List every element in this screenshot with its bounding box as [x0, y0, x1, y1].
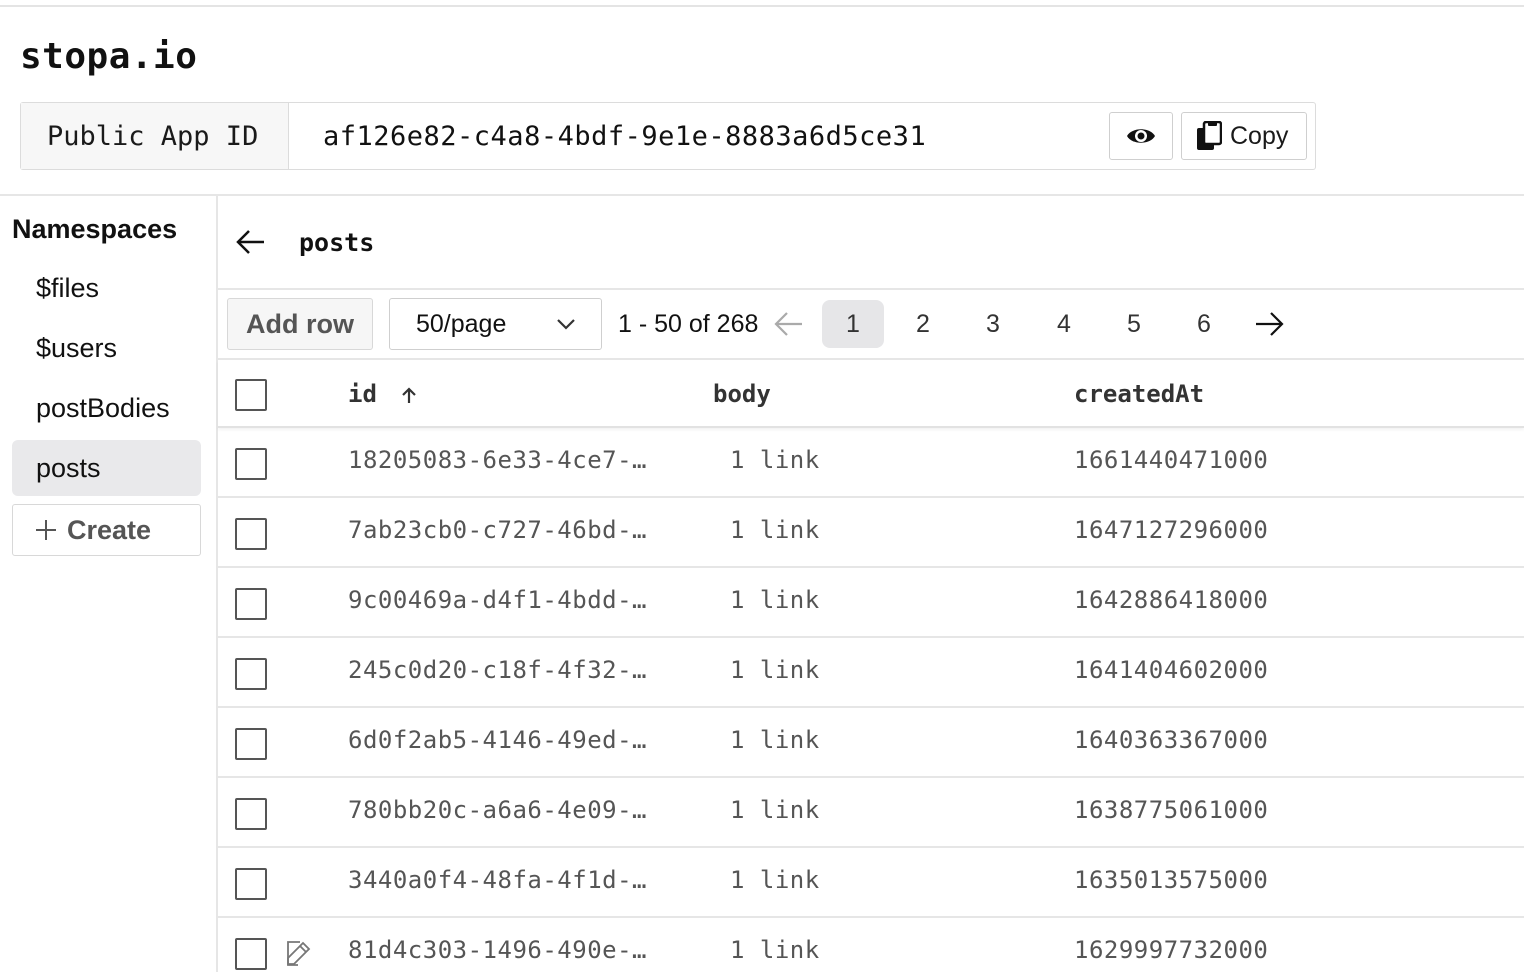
column-header-createdat[interactable]: createdAt	[1074, 380, 1204, 408]
row-checkbox[interactable]	[235, 448, 267, 480]
reveal-app-id-button[interactable]	[1109, 112, 1173, 160]
page-size-value: 50/page	[416, 309, 507, 338]
next-page-arrow-icon[interactable]	[1252, 308, 1286, 340]
back-arrow-icon[interactable]	[234, 226, 268, 258]
namespace-title: posts	[299, 228, 375, 257]
cell-id: 6d0f2ab5-4146-49ed-…	[348, 726, 647, 754]
page-2-button[interactable]: 2	[892, 300, 954, 348]
cell-createdat: 1647127296000	[1074, 516, 1269, 544]
page-size-select[interactable]: 50/page	[389, 298, 602, 350]
cell-id: 9c00469a-d4f1-4bdd-…	[348, 586, 647, 614]
top-border	[0, 5, 1524, 7]
select-all-checkbox[interactable]	[235, 379, 267, 411]
table-row[interactable]: 6d0f2ab5-4146-49ed-… 1 link 164036336700…	[218, 708, 1524, 778]
sort-arrow-up-icon	[402, 387, 417, 403]
cell-body-link[interactable]: 1 link	[730, 866, 820, 894]
add-row-button[interactable]: Add row	[227, 298, 373, 350]
pagination-range: 1 - 50 of 268	[618, 310, 759, 338]
sidebar-item-posts[interactable]: posts	[12, 440, 201, 496]
cell-id: 780bb20c-a6a6-4e09-…	[348, 796, 647, 824]
table-row[interactable]: 780bb20c-a6a6-4e09-… 1 link 163877506100…	[218, 778, 1524, 848]
table-row[interactable]: 18205083-6e33-4ce7-… 1 link 166144047100…	[218, 428, 1524, 498]
table-row[interactable]: 245c0d20-c18f-4f32-… 1 link 164140460200…	[218, 638, 1524, 708]
sidebar-title: Namespaces	[12, 214, 178, 244]
page-3-button[interactable]: 3	[962, 300, 1024, 348]
cell-id: 245c0d20-c18f-4f32-…	[348, 656, 647, 684]
table-row[interactable]: 7ab23cb0-c727-46bd-… 1 link 164712729600…	[218, 498, 1524, 568]
cell-body-link[interactable]: 1 link	[730, 446, 820, 474]
page-1-button[interactable]: 1	[822, 300, 884, 348]
row-checkbox[interactable]	[235, 728, 267, 760]
cell-createdat: 1640363367000	[1074, 726, 1269, 754]
row-checkbox[interactable]	[235, 518, 267, 550]
table-row[interactable]: 81d4c303-1496-490e-… 1 link 162999773200…	[218, 918, 1524, 972]
sidebar-item-users[interactable]: $users	[12, 320, 201, 376]
app-title: stopa.io	[20, 36, 198, 77]
cell-id: 7ab23cb0-c727-46bd-…	[348, 516, 647, 544]
column-header-id[interactable]: id	[348, 380, 417, 408]
public-app-id-box: Public App ID af126e82-c4a8-4bdf-9e1e-88…	[20, 102, 1316, 170]
cell-createdat: 1629997732000	[1074, 936, 1269, 964]
chevron-down-icon	[557, 319, 575, 330]
cell-createdat: 1638775061000	[1074, 796, 1269, 824]
plus-icon	[36, 520, 56, 540]
cell-body-link[interactable]: 1 link	[730, 656, 820, 684]
cell-id: 3440a0f4-48fa-4f1d-…	[348, 866, 647, 894]
sidebar-item-postbodies[interactable]: postBodies	[12, 380, 201, 436]
cell-createdat: 1661440471000	[1074, 446, 1269, 474]
cell-body-link[interactable]: 1 link	[730, 796, 820, 824]
row-checkbox[interactable]	[235, 658, 267, 690]
edit-pencil-icon[interactable]	[284, 938, 314, 968]
cell-body-link[interactable]: 1 link	[730, 936, 820, 964]
copy-label: Copy	[1230, 121, 1289, 150]
cell-id: 81d4c303-1496-490e-…	[348, 936, 647, 964]
public-app-id-label: Public App ID	[21, 103, 289, 169]
table-row[interactable]: 3440a0f4-48fa-4f1d-… 1 link 163501357500…	[218, 848, 1524, 918]
cell-body-link[interactable]: 1 link	[730, 516, 820, 544]
create-label: Create	[67, 514, 152, 545]
cell-createdat: 1641404602000	[1074, 656, 1269, 684]
cell-body-link[interactable]: 1 link	[730, 586, 820, 614]
cell-createdat: 1635013575000	[1074, 866, 1269, 894]
clipboard-icon	[1197, 121, 1222, 150]
toolbar-top-divider	[218, 288, 1524, 290]
header-divider	[0, 194, 1524, 196]
prev-page-arrow-icon[interactable]	[772, 308, 806, 340]
table-row[interactable]: 9c00469a-d4f1-4bdd-… 1 link 164288641800…	[218, 568, 1524, 638]
copy-app-id-button[interactable]: Copy	[1181, 112, 1307, 160]
page-4-button[interactable]: 4	[1033, 300, 1095, 348]
create-namespace-button[interactable]: Create	[12, 504, 201, 556]
row-checkbox[interactable]	[235, 798, 267, 830]
table-header: id body createdAt	[218, 360, 1524, 428]
column-header-body[interactable]: body	[713, 380, 771, 408]
row-checkbox[interactable]	[235, 938, 267, 970]
page-5-button[interactable]: 5	[1103, 300, 1165, 348]
cell-body-link[interactable]: 1 link	[730, 726, 820, 754]
column-id-label: id	[348, 380, 377, 408]
row-checkbox[interactable]	[235, 588, 267, 620]
row-checkbox[interactable]	[235, 868, 267, 900]
eye-icon	[1127, 129, 1155, 143]
cell-createdat: 1642886418000	[1074, 586, 1269, 614]
page-6-button[interactable]: 6	[1173, 300, 1235, 348]
sidebar-item-files[interactable]: $files	[12, 260, 201, 316]
cell-id: 18205083-6e33-4ce7-…	[348, 446, 647, 474]
